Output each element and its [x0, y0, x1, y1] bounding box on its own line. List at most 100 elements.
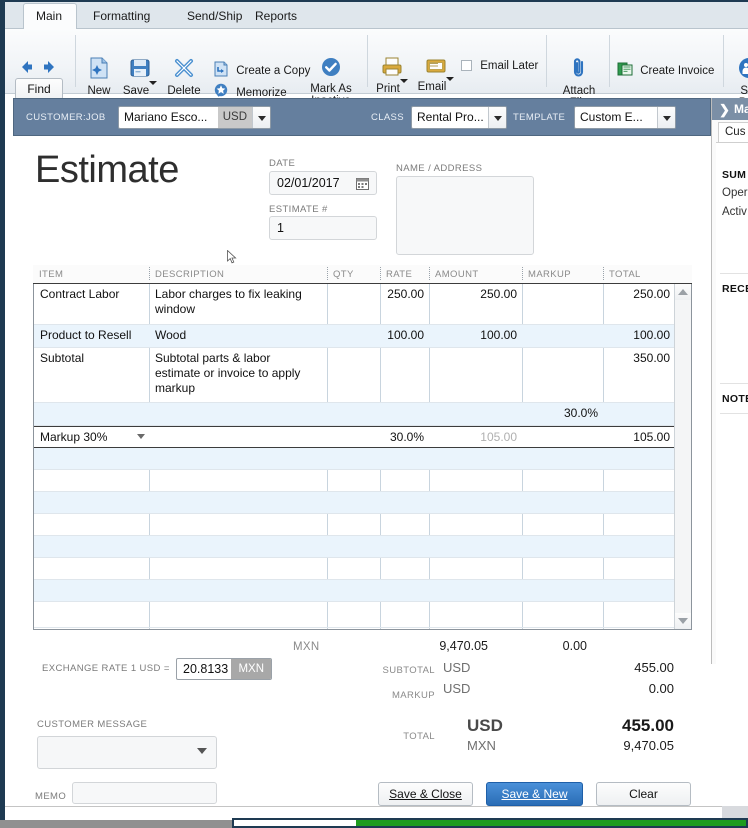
create-copy-button[interactable]: Create a Copy [213, 61, 310, 81]
table-row[interactable] [34, 492, 675, 514]
scroll-down-icon[interactable] [675, 613, 691, 629]
exchange-rate-currency-badge: MXN [231, 659, 271, 679]
template-combo[interactable]: Custom E... [574, 106, 676, 129]
email-button[interactable]: Email [417, 57, 455, 93]
table-row[interactable]: Product to Resell Wood 100.00 100.00 100… [34, 325, 675, 348]
cell-total: 100.00 [633, 328, 670, 342]
chevron-down-icon[interactable] [446, 76, 455, 93]
calendar-icon[interactable] [356, 177, 369, 193]
column-header-description: DESCRIPTION [155, 269, 225, 280]
email-button-label: Email [417, 80, 447, 93]
table-row[interactable] [34, 514, 675, 536]
cell-amount: 100.00 [480, 328, 517, 342]
memo-input[interactable] [72, 782, 217, 804]
markup-value: 0.00 [648, 681, 674, 696]
checkbox-icon[interactable] [461, 60, 472, 72]
print-button-label: Print [376, 82, 400, 95]
sidebar-section-summary: SUM [722, 169, 747, 181]
exchange-rate-input[interactable]: 20.8133 MXN [176, 658, 272, 680]
mxn-markup-value: 0.00 [562, 639, 587, 653]
scroll-up-icon[interactable] [675, 284, 691, 300]
delete-button[interactable]: Delete [163, 57, 205, 97]
table-row[interactable] [34, 580, 675, 602]
back-arrow-icon[interactable] [19, 60, 34, 74]
create-invoice-label: Create Invoice [640, 64, 715, 77]
cell-item: Product to Resell [40, 328, 132, 342]
grid-header-row: ITEM DESCRIPTION QTY RATE AMOUNT MARKUP … [33, 265, 692, 284]
exchange-rate-value: 20.8133 [183, 662, 229, 676]
estimate-number-input[interactable]: 1 [269, 216, 377, 240]
create-invoice-button[interactable]: Create Invoice [617, 61, 714, 81]
markup-label: MARKUP [391, 690, 435, 701]
chevron-down-icon[interactable] [252, 107, 270, 128]
chevron-down-icon[interactable] [137, 434, 145, 439]
tab-formatting[interactable]: Formatting [81, 4, 162, 29]
chevron-down-icon[interactable] [399, 78, 408, 95]
print-button[interactable]: Print [373, 57, 411, 95]
cell-amount: 250.00 [480, 287, 517, 301]
new-button-label: New [87, 84, 111, 97]
template-label: TEMPLATE [513, 112, 566, 123]
save-new-button[interactable]: Save & New [486, 782, 583, 806]
table-row[interactable] [34, 536, 675, 558]
column-header-amount: AMOUNT [435, 269, 479, 280]
table-row[interactable] [34, 448, 675, 470]
cell-markup: 30.0% [563, 406, 598, 420]
mxn-amount-value: 9,470.05 [439, 639, 488, 653]
sidebar-section-notes: NOTE [722, 393, 748, 405]
selected-table-row[interactable]: Markup 30% 30.0% 105.00 105.00 [34, 426, 675, 448]
total-value: 455.00 [622, 716, 674, 735]
estimate-window: Main Formatting Send/Ship Reports Find N… [0, 0, 748, 828]
customer-job-combo[interactable]: Mariano Esco... USD [118, 106, 271, 129]
chevron-right-icon[interactable]: ❯ [719, 102, 730, 118]
table-row[interactable] [34, 558, 675, 580]
customer-message-select[interactable] [37, 736, 217, 769]
name-address-input[interactable] [396, 176, 534, 255]
clear-label: Clear [629, 787, 658, 801]
table-row[interactable]: Subtotal Subtotal parts & labor estimate… [34, 348, 675, 403]
create-copy-label: Create a Copy [236, 64, 311, 77]
customer-job-value: Mariano Esco... [124, 110, 208, 124]
date-label: DATE [269, 158, 296, 169]
table-row[interactable]: Contract Labor Labor charges to fix leak… [34, 284, 675, 325]
progress-track [234, 820, 356, 826]
grid-vertical-scrollbar[interactable] [674, 284, 691, 629]
save-close-button[interactable]: Save & Close [378, 782, 473, 806]
table-row[interactable] [34, 602, 675, 628]
ribbon-tabstrip: Main Formatting Send/Ship Reports [5, 2, 748, 30]
item-dropdown[interactable] [34, 427, 149, 447]
tab-main[interactable]: Main [23, 3, 77, 30]
tab-reports[interactable]: Reports [243, 4, 309, 29]
sidebar-header: ❯ Ma [712, 98, 748, 120]
exchange-rate-label: EXCHANGE RATE 1 USD = [42, 663, 170, 674]
sidebar-title: Ma [734, 102, 748, 116]
column-header-rate: RATE [386, 269, 413, 280]
class-combo[interactable]: Rental Pro... [411, 106, 507, 129]
customer-currency-badge: USD [217, 107, 252, 128]
chevron-down-icon[interactable] [197, 748, 207, 754]
sidebar-body: SUM Oper Activ RECE NOTE [716, 142, 748, 664]
save-disk-icon [121, 57, 159, 83]
find-button[interactable]: Find [15, 78, 63, 100]
total-label: TOTAL [403, 731, 435, 742]
sidebar-tab-customer[interactable]: Cus [718, 122, 748, 142]
table-row[interactable] [34, 470, 675, 492]
save-button[interactable]: Save [121, 57, 159, 97]
new-button[interactable]: New [81, 57, 117, 97]
column-header-markup: MARKUP [528, 269, 572, 280]
date-value: 02/01/2017 [277, 176, 340, 190]
forward-arrow-icon[interactable] [42, 60, 57, 74]
cell-item: Subtotal [40, 351, 85, 365]
chevron-down-icon[interactable] [657, 107, 675, 128]
table-row[interactable]: 30.0% [34, 403, 675, 426]
date-input[interactable]: 02/01/2017 [269, 171, 377, 195]
cell-rate: 250.00 [387, 287, 424, 301]
clear-button[interactable]: Clear [596, 782, 691, 806]
copy-document-icon [213, 61, 229, 81]
sidebar-summary-line-1: Oper [722, 187, 748, 199]
line-items-grid: ITEM DESCRIPTION QTY RATE AMOUNT MARKUP … [33, 265, 692, 630]
customer-job-label: CUSTOMER:JOB [26, 112, 106, 123]
email-later-checkbox[interactable]: Email Later [461, 60, 538, 73]
chevron-down-icon[interactable] [149, 80, 158, 97]
chevron-down-icon[interactable] [488, 107, 506, 128]
